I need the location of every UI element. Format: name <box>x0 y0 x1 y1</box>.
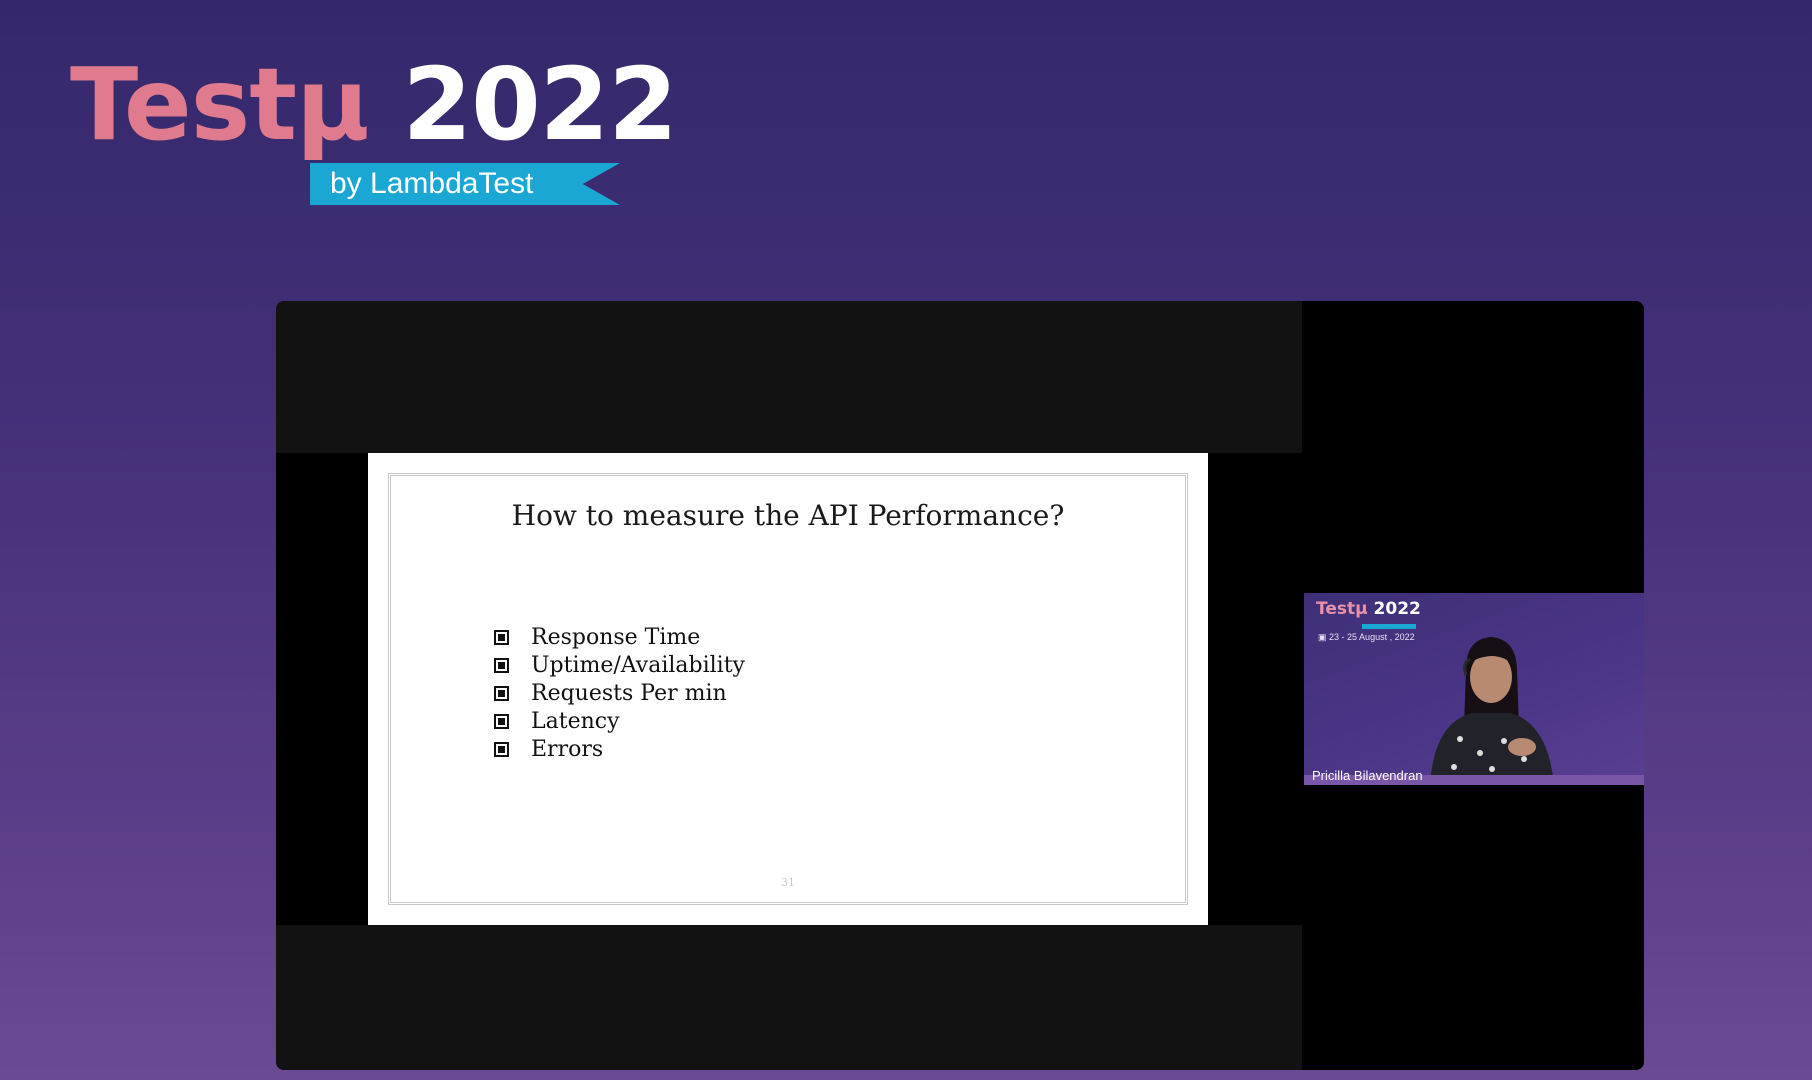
slide-bullet-text: Errors <box>531 736 604 762</box>
slide-bullet-list: Response Time Uptime/Availability Reques… <box>494 623 745 763</box>
slide-bullet: Errors <box>494 735 745 763</box>
event-title-year: 2022 <box>402 46 678 163</box>
square-bullet-icon <box>494 629 509 645</box>
slide-bullet-text: Latency <box>531 708 620 734</box>
square-bullet-icon <box>494 685 509 701</box>
slide-bullet: Uptime/Availability <box>494 651 745 679</box>
square-bullet-icon <box>494 713 509 729</box>
screen-share-panel: How to measure the API Performance? Resp… <box>276 301 1302 1070</box>
event-title-brand: Testμ <box>70 46 370 163</box>
video-stage: How to measure the API Performance? Resp… <box>276 301 1644 1070</box>
slide-bullet: Latency <box>494 707 745 735</box>
speaker-video-feed <box>1430 637 1554 785</box>
slide-bullet: Requests Per min <box>494 679 745 707</box>
tile-event-brand: Testμ <box>1316 599 1368 619</box>
speaker-video-tile[interactable]: Testμ 2022 ▣ 23 - 25 August , 2022 Prici… <box>1304 593 1644 785</box>
slide-bullet-text: Uptime/Availability <box>531 652 745 678</box>
speaker-name-label: Pricilla Bilavendran <box>1312 768 1423 783</box>
square-bullet-icon <box>494 657 509 673</box>
calendar-icon: ▣ <box>1318 632 1327 642</box>
event-logo: Testμ 2022 by LambdaTest <box>70 40 678 220</box>
event-ribbon: by LambdaTest <box>310 163 620 205</box>
slide-title: How to measure the API Performance? <box>511 499 1065 532</box>
presentation-slide: How to measure the API Performance? Resp… <box>368 453 1208 925</box>
square-bullet-icon <box>494 741 509 757</box>
slide-bullet: Response Time <box>494 623 745 651</box>
event-title: Testμ 2022 <box>70 40 678 170</box>
tile-event-year: 2022 <box>1373 599 1421 619</box>
slide-page-number: 31 <box>781 876 795 889</box>
slide-bullet-text: Requests Per min <box>531 680 727 706</box>
tile-event-title: Testμ 2022 <box>1316 599 1421 619</box>
slide-bullet-text: Response Time <box>531 624 701 650</box>
